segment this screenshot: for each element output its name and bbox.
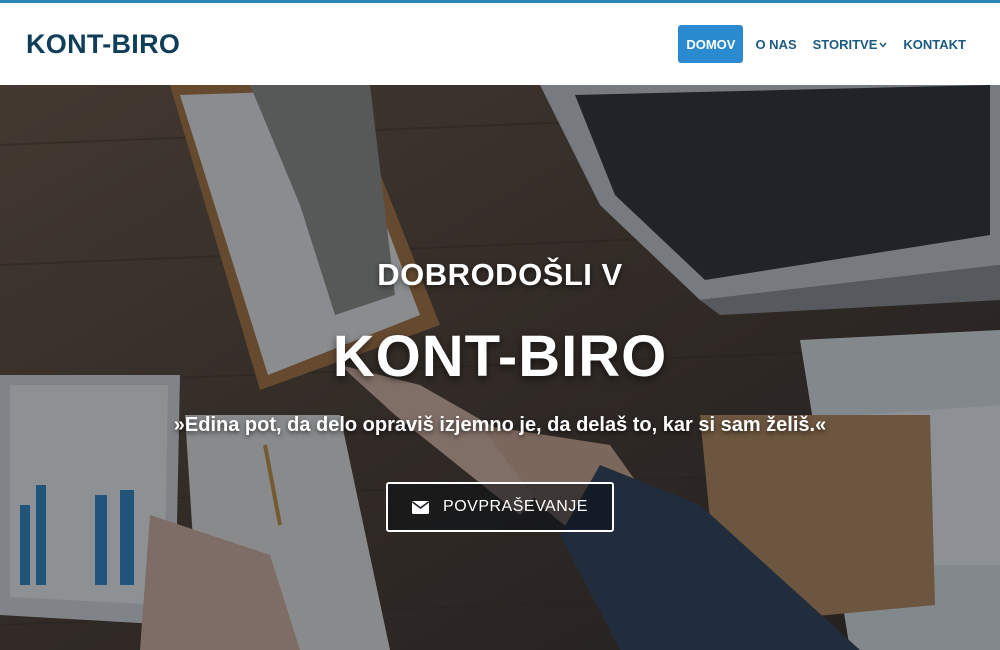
nav-item-kontakt[interactable]: KONTAKT <box>895 25 974 63</box>
envelope-icon <box>412 500 430 514</box>
hero-section: DOBRODOŠLI V KONT-BIRO »Edina pot, da de… <box>0 85 1000 650</box>
inquiry-button[interactable]: POVPRAŠEVANJE <box>386 482 614 532</box>
nav-item-label: O NAS <box>755 36 797 52</box>
site-header: KONT-BIRO DOMOV O NAS STORITVE KONTAKT <box>0 3 1000 85</box>
nav-item-o-nas[interactable]: O NAS <box>747 25 804 63</box>
hero-title: KONT-BIRO <box>332 324 668 389</box>
nav-item-label: STORITVE <box>812 36 878 52</box>
main-nav: DOMOV O NAS STORITVE KONTAKT <box>678 25 974 63</box>
nav-item-storitve[interactable]: STORITVE <box>805 25 896 63</box>
hero-pretitle: DOBRODOŠLI V <box>377 257 623 292</box>
hero-content: DOBRODOŠLI V KONT-BIRO »Edina pot, da de… <box>0 85 1000 650</box>
inquiry-button-label: POVPRAŠEVANJE <box>443 498 588 515</box>
nav-item-domov[interactable]: DOMOV <box>678 25 744 63</box>
nav-item-label: KONTAKT <box>903 36 966 52</box>
chevron-down-icon <box>879 40 887 50</box>
site-logo[interactable]: KONT-BIRO <box>26 29 180 60</box>
nav-item-label: DOMOV <box>686 36 736 52</box>
hero-quote: »Edina pot, da delo opraviš izjemno je, … <box>173 414 827 436</box>
